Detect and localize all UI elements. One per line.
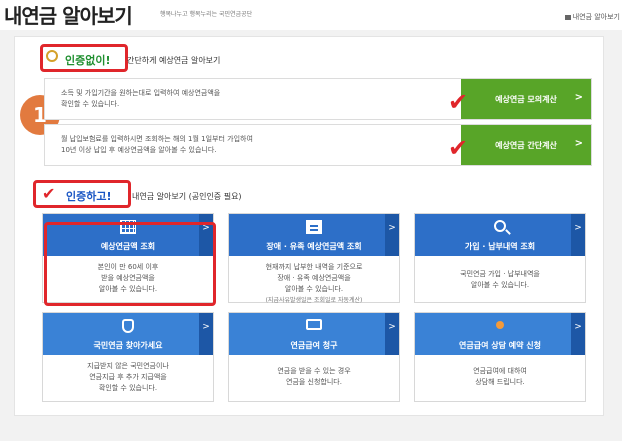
card-find-pension[interactable]: 국민연금 찾아가세요 > 지급받지 않은 국민연금이나 연금지급 후 추가 지급…	[42, 312, 214, 402]
section-desc-auth: 내연금 알아보기 (공인인증 필요)	[132, 192, 242, 201]
section-label-auth: 인증하고!	[66, 190, 112, 203]
card-body: 국민연금 가입 · 납부내역을 알아볼 수 있습니다.	[460, 270, 540, 289]
section-desc-no-auth: 간단하게 예상연금 알아보기	[127, 56, 221, 65]
highlight-box-expected-pension	[44, 222, 216, 306]
chevron-right-icon[interactable]: >	[571, 214, 585, 256]
home-icon	[564, 14, 571, 20]
row-simple-calc-text: 월 납입보험료를 입력하시면 조회하는 해의 1월 1일부터 가입하여 10년 …	[61, 135, 253, 154]
chevron-right-icon[interactable]: >	[385, 214, 399, 256]
jar-icon	[122, 319, 134, 333]
row-simulation-text: 소득 및 가입기간을 원하는대로 입력하여 예상연금액을 확인할 수 있습니다.	[61, 89, 221, 108]
card-enrollment-history[interactable]: 가입 · 납부내역 조회 > 국민연금 가입 · 납부내역을 알아볼 수 있습니…	[414, 213, 586, 303]
chevron-right-icon: >	[574, 92, 583, 103]
chevron-right-icon: >	[574, 138, 583, 149]
card-body: 연금을 받을 수 있는 경우 연금을 신청합니다.	[277, 367, 351, 386]
simple-calc-button[interactable]: 예상연금 간단계산 >	[461, 125, 591, 165]
chevron-right-icon[interactable]: >	[199, 313, 213, 355]
breadcrumb-label: 내연금 알아보기	[572, 13, 620, 21]
consult-icon	[492, 319, 508, 331]
page-subtitle: 행복나누고 행복누리는 국민연금공단	[160, 11, 253, 18]
checkmark-icon: ✔	[42, 184, 56, 203]
breadcrumb[interactable]: 내연금 알아보기	[564, 12, 620, 22]
page-title: 내연금 알아보기	[4, 4, 133, 28]
chevron-right-icon[interactable]: >	[571, 313, 585, 355]
chevron-right-icon[interactable]: >	[385, 313, 399, 355]
document-icon	[306, 220, 322, 234]
card-body: 현재까지 납부한 내역을 기준으로 장애 · 유족 예상연금액을 알아볼 수 있…	[265, 263, 363, 304]
search-icon	[494, 220, 506, 232]
magnifier-icon	[46, 50, 58, 62]
section-label-no-auth: 인증없이!	[65, 54, 111, 67]
row-simple-calc: 월 납입보험료를 입력하시면 조회하는 해의 1월 1일부터 가입하여 10년 …	[44, 124, 592, 166]
simulation-button[interactable]: 예상연금 모의계산 >	[461, 79, 591, 119]
card-benefit-claim[interactable]: 연금급여 청구 > 연금을 받을 수 있는 경우 연금을 신청합니다.	[228, 312, 400, 402]
card-disability-survivor[interactable]: 장애 · 유족 예상연금액 조회 > 현재까지 납부한 내역을 기준으로 장애 …	[228, 213, 400, 304]
computer-icon	[306, 319, 322, 330]
card-body: 연금급여에 대하여 상담해 드립니다.	[473, 367, 527, 386]
card-body: 지급받지 않은 국민연금이나 연금지급 후 추가 지급액을 확인할 수 있습니다…	[87, 362, 169, 392]
checkmark-icon: ✔	[448, 88, 469, 116]
card-consultation-reservation[interactable]: 연금급여 상담 예약 신청 > 연금급여에 대하여 상담해 드립니다.	[414, 312, 586, 402]
checkmark-icon: ✔	[448, 134, 469, 162]
row-simulation: 소득 및 가입기간을 원하는대로 입력하여 예상연금액을 확인할 수 있습니다.…	[44, 78, 592, 120]
